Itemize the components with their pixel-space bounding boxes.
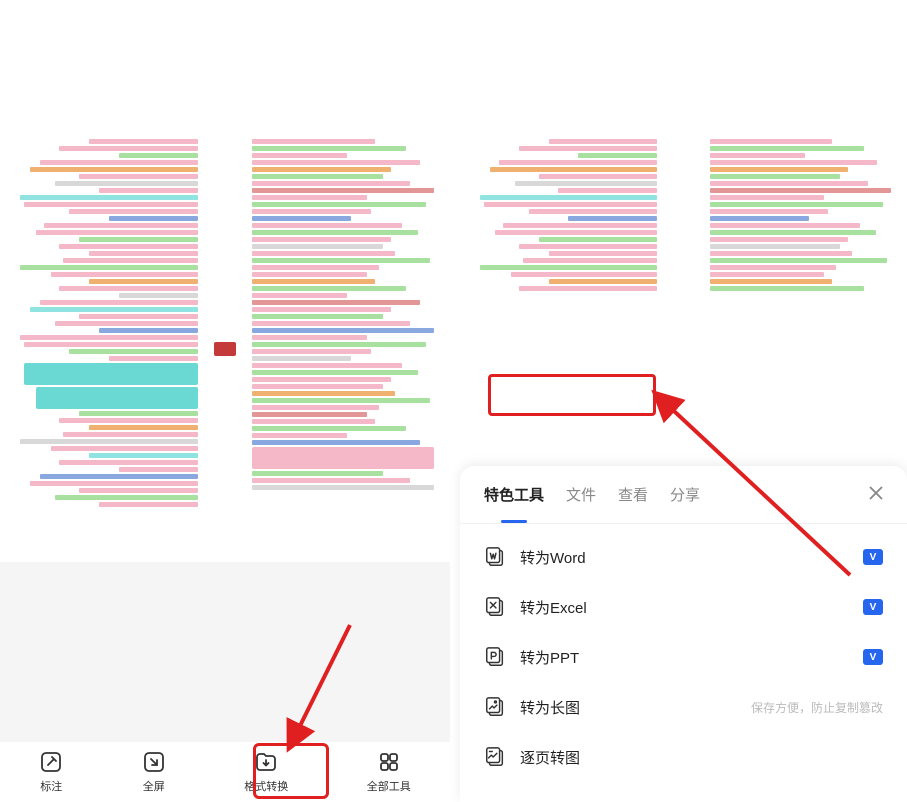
long-image-icon	[484, 696, 506, 718]
annotate-label: 标注	[40, 778, 62, 794]
convert-long-image-label: 转为长图	[520, 697, 737, 718]
tab-view[interactable]: 查看	[618, 484, 648, 511]
annotate-button[interactable]: 标注	[29, 746, 73, 798]
mindmap-thumbnail	[0, 135, 450, 562]
per-page-image-icon	[484, 746, 506, 768]
all-tools-button[interactable]: 全部工具	[357, 746, 421, 798]
tools-sheet: 特色工具 文件 查看 分享 转为Word V	[460, 466, 907, 802]
fullscreen-label: 全屏	[143, 778, 165, 794]
all-tools-label: 全部工具	[367, 778, 411, 794]
sheet-list: 转为Word V 转为Excel V	[460, 524, 907, 790]
convert-word-item[interactable]: 转为Word V	[460, 532, 907, 582]
vip-badge-icon: V	[863, 649, 883, 665]
bottom-toolbar: 标注 全屏 格式转换	[0, 742, 450, 802]
grid-icon	[377, 750, 401, 774]
format-convert-label: 格式转换	[244, 778, 288, 794]
close-icon[interactable]	[865, 482, 887, 504]
format-convert-button[interactable]: 格式转换	[234, 746, 298, 798]
tab-file[interactable]: 文件	[566, 484, 596, 511]
word-icon	[484, 546, 506, 568]
highlight-convert-word	[488, 374, 656, 416]
excel-icon	[484, 596, 506, 618]
vip-badge-icon: V	[863, 549, 883, 565]
convert-per-page-label: 逐页转图	[520, 747, 883, 768]
convert-excel-label: 转为Excel	[520, 597, 849, 618]
convert-long-image-item[interactable]: 转为长图 保存方便，防止复制篡改	[460, 682, 907, 732]
convert-excel-item[interactable]: 转为Excel V	[460, 582, 907, 632]
fullscreen-icon	[142, 750, 166, 774]
tab-featured-tools[interactable]: 特色工具	[484, 484, 544, 511]
folder-download-icon	[254, 750, 278, 774]
convert-long-image-hint: 保存方便，防止复制篡改	[751, 699, 883, 716]
ppt-icon	[484, 646, 506, 668]
tab-share[interactable]: 分享	[670, 484, 700, 511]
edit-icon	[39, 750, 63, 774]
convert-ppt-item[interactable]: 转为PPT V	[460, 632, 907, 682]
mindmap-thumbnail-right	[460, 135, 907, 315]
left-panel: 标注 全屏 格式转换	[0, 0, 450, 802]
fullscreen-button[interactable]: 全屏	[132, 746, 176, 798]
vip-badge-icon: V	[863, 599, 883, 615]
blank-bottom	[0, 562, 450, 742]
convert-word-label: 转为Word	[520, 547, 849, 568]
convert-ppt-label: 转为PPT	[520, 647, 849, 668]
convert-per-page-item[interactable]: 逐页转图	[460, 732, 907, 782]
sheet-tabs: 特色工具 文件 查看 分享	[460, 484, 907, 524]
